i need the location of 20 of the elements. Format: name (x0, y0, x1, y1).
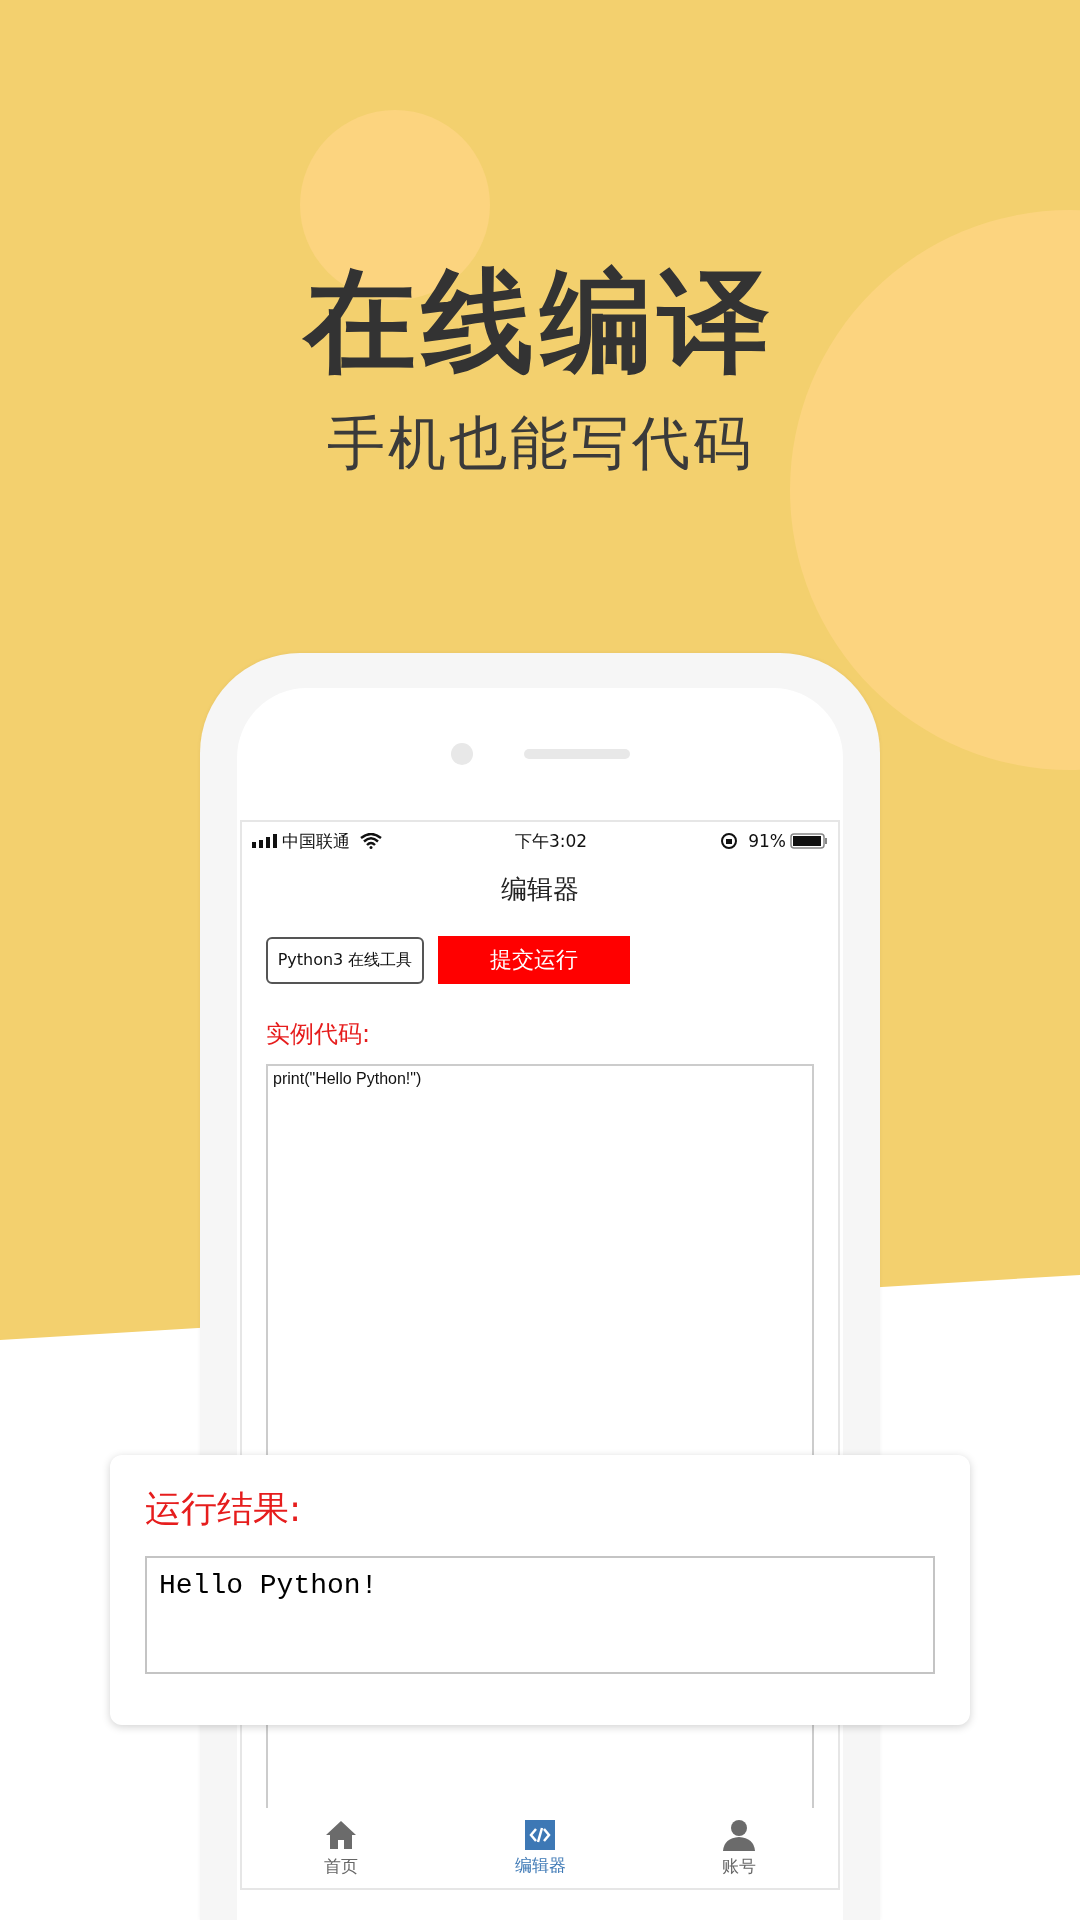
tool-select[interactable]: Python3 在线工具 (266, 936, 424, 984)
result-output: Hello Python! (145, 1556, 935, 1674)
rotation-lock-icon (720, 832, 739, 851)
subtitle: 手机也能写代码 (326, 408, 754, 480)
headline: 在线编译 (304, 260, 776, 384)
tab-item[interactable]: 账号 (639, 1808, 838, 1889)
tab-item[interactable]: 首页 (242, 1808, 441, 1889)
status-time: 下午3:02 (515, 829, 588, 853)
user-icon (721, 1818, 756, 1851)
run-button[interactable]: 提交运行 (438, 936, 630, 985)
battery-percent: 91% (748, 831, 786, 852)
home-icon (325, 1818, 358, 1851)
code-label: 实例代码: (266, 1019, 371, 1051)
code-icon (525, 1819, 555, 1850)
carrier-name: 中国联通 (282, 829, 350, 853)
signal-icon (252, 834, 278, 849)
nav-title: 编辑器 (500, 872, 580, 906)
battery-icon (790, 833, 828, 850)
wifi-icon (360, 833, 382, 850)
tab-item[interactable]: 编辑器 (440, 1808, 640, 1889)
